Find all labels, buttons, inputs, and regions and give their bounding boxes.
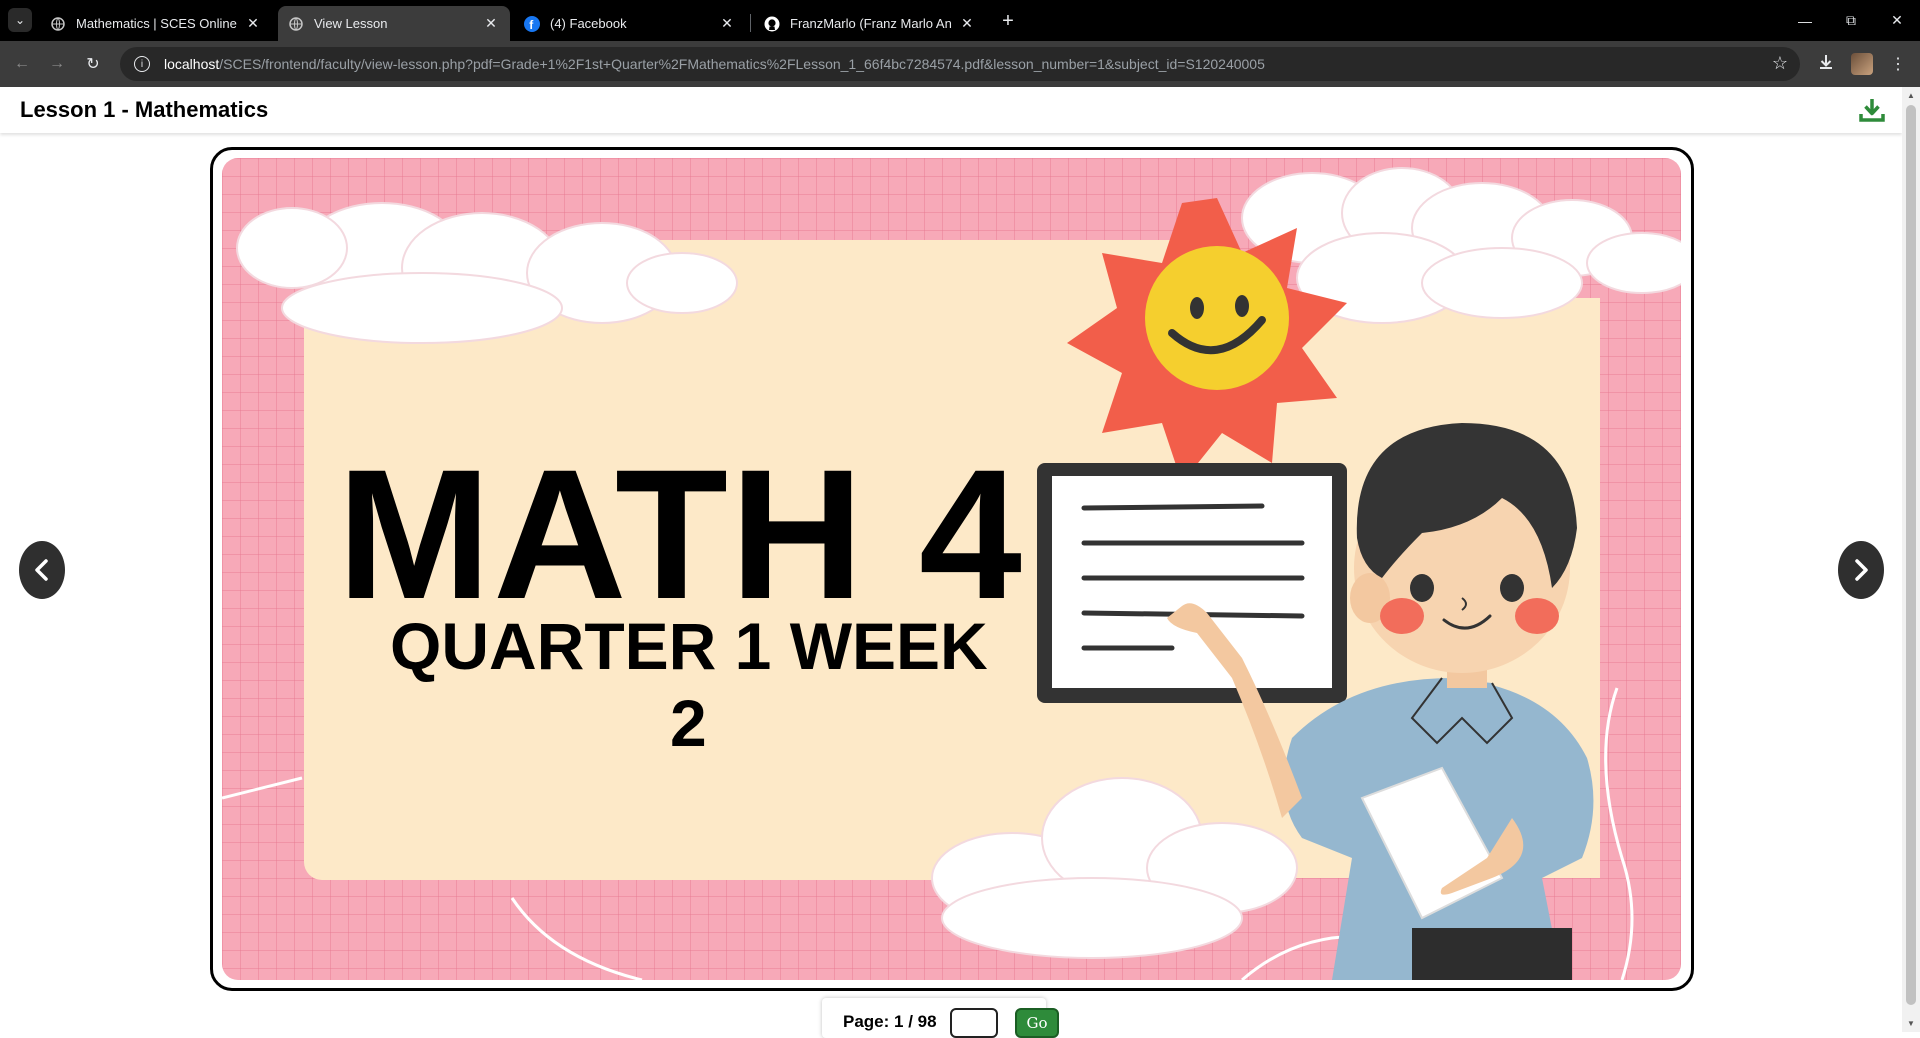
close-icon[interactable]: ✕ (958, 15, 976, 33)
download-icon (1859, 99, 1885, 122)
restore-icon: ⧉ (1846, 12, 1856, 28)
next-page-button[interactable] (1838, 541, 1884, 599)
chevron-down-icon: ⌄ (14, 13, 26, 27)
arrow-right-icon: → (49, 55, 65, 72)
tab-facebook[interactable]: f (4) Facebook ✕ (514, 6, 746, 41)
reload-button[interactable]: ↻ (79, 50, 107, 78)
previous-page-button[interactable] (19, 541, 65, 599)
url-path: /SCES/frontend/faculty/view-lesson.php?p… (219, 56, 1265, 72)
tab-search-button[interactable]: ⌄ (8, 8, 32, 32)
more-vertical-icon: ⋮ (1890, 56, 1906, 73)
browser-menu-button[interactable]: ⋮ (1884, 50, 1912, 78)
download-icon (1817, 53, 1835, 76)
page-number-input[interactable] (950, 1008, 998, 1038)
scroll-up-icon[interactable]: ▲ (1907, 91, 1915, 100)
board-icon (1037, 463, 1347, 703)
page-scrollbar[interactable]: ▲ ▼ (1902, 87, 1920, 1032)
tab-title: View Lesson (314, 16, 388, 31)
close-icon[interactable]: ✕ (482, 15, 500, 33)
tab-view-lesson[interactable]: View Lesson ✕ (278, 6, 510, 41)
tab-github[interactable]: FranzMarlo (Franz Marlo Andal) ✕ (754, 6, 986, 41)
slide-subtitle: QUARTER 1 WEEK (390, 609, 988, 683)
download-lesson-button[interactable] (1858, 96, 1886, 124)
github-icon (764, 16, 780, 32)
tab-separator (750, 14, 751, 32)
tab-title: Mathematics | SCES Online Lea (76, 16, 238, 31)
globe-icon (288, 16, 304, 32)
scroll-down-icon[interactable]: ▼ (1907, 1019, 1915, 1028)
page-navigator: Page: 1 / 98 Go (822, 998, 1059, 1038)
slide-title: MATH 4 (337, 432, 1024, 638)
globe-icon (50, 16, 66, 32)
forward-button[interactable]: → (43, 50, 71, 78)
go-button[interactable]: Go (1015, 1008, 1059, 1038)
scrollbar-thumb[interactable] (1906, 105, 1916, 1005)
address-bar[interactable]: i localhost/SCES/frontend/faculty/view-l… (120, 47, 1800, 81)
close-icon[interactable]: ✕ (718, 15, 736, 33)
restore-button[interactable]: ⧉ (1828, 0, 1874, 41)
tab-title: FranzMarlo (Franz Marlo Andal) (790, 16, 952, 31)
bookmark-star-icon[interactable]: ☆ (1772, 53, 1788, 74)
facebook-icon: f (524, 15, 540, 32)
minimize-icon: — (1798, 12, 1812, 29)
reload-icon: ↻ (86, 56, 100, 73)
browser-tab-bar: ⌄ Mathematics | SCES Online Lea ✕ View L… (0, 0, 1920, 41)
browser-toolbar: ← → ↻ i localhost/SCES/frontend/faculty/… (0, 41, 1920, 87)
close-window-button[interactable]: ✕ (1874, 0, 1920, 41)
back-button[interactable]: ← (8, 50, 36, 78)
page-title: Lesson 1 - Mathematics (20, 97, 269, 122)
pdf-page-canvas: MATH 4 QUARTER 1 WEEK 2 (222, 158, 1681, 980)
site-info-icon[interactable]: i (134, 56, 150, 72)
arrow-left-icon: ← (14, 55, 30, 72)
tab-mathematics[interactable]: Mathematics | SCES Online Lea ✕ (40, 6, 272, 41)
lesson-header: Lesson 1 - Mathematics (0, 87, 1902, 133)
tab-title: (4) Facebook (550, 16, 627, 31)
close-icon[interactable]: ✕ (244, 15, 262, 33)
plus-icon: + (1002, 9, 1014, 32)
page-indicator: Page: 1 / 98 (843, 1012, 937, 1031)
chevron-left-icon (35, 559, 48, 581)
new-tab-button[interactable]: + (996, 9, 1020, 33)
slide-subtitle-week: 2 (670, 686, 707, 760)
close-icon: ✕ (1891, 12, 1903, 28)
chevron-right-icon (1855, 559, 1868, 581)
minimize-button[interactable]: — (1782, 0, 1828, 41)
profile-button[interactable] (1848, 50, 1876, 78)
downloads-button[interactable] (1812, 50, 1840, 78)
url-host: localhost (164, 56, 220, 72)
avatar (1851, 53, 1873, 75)
